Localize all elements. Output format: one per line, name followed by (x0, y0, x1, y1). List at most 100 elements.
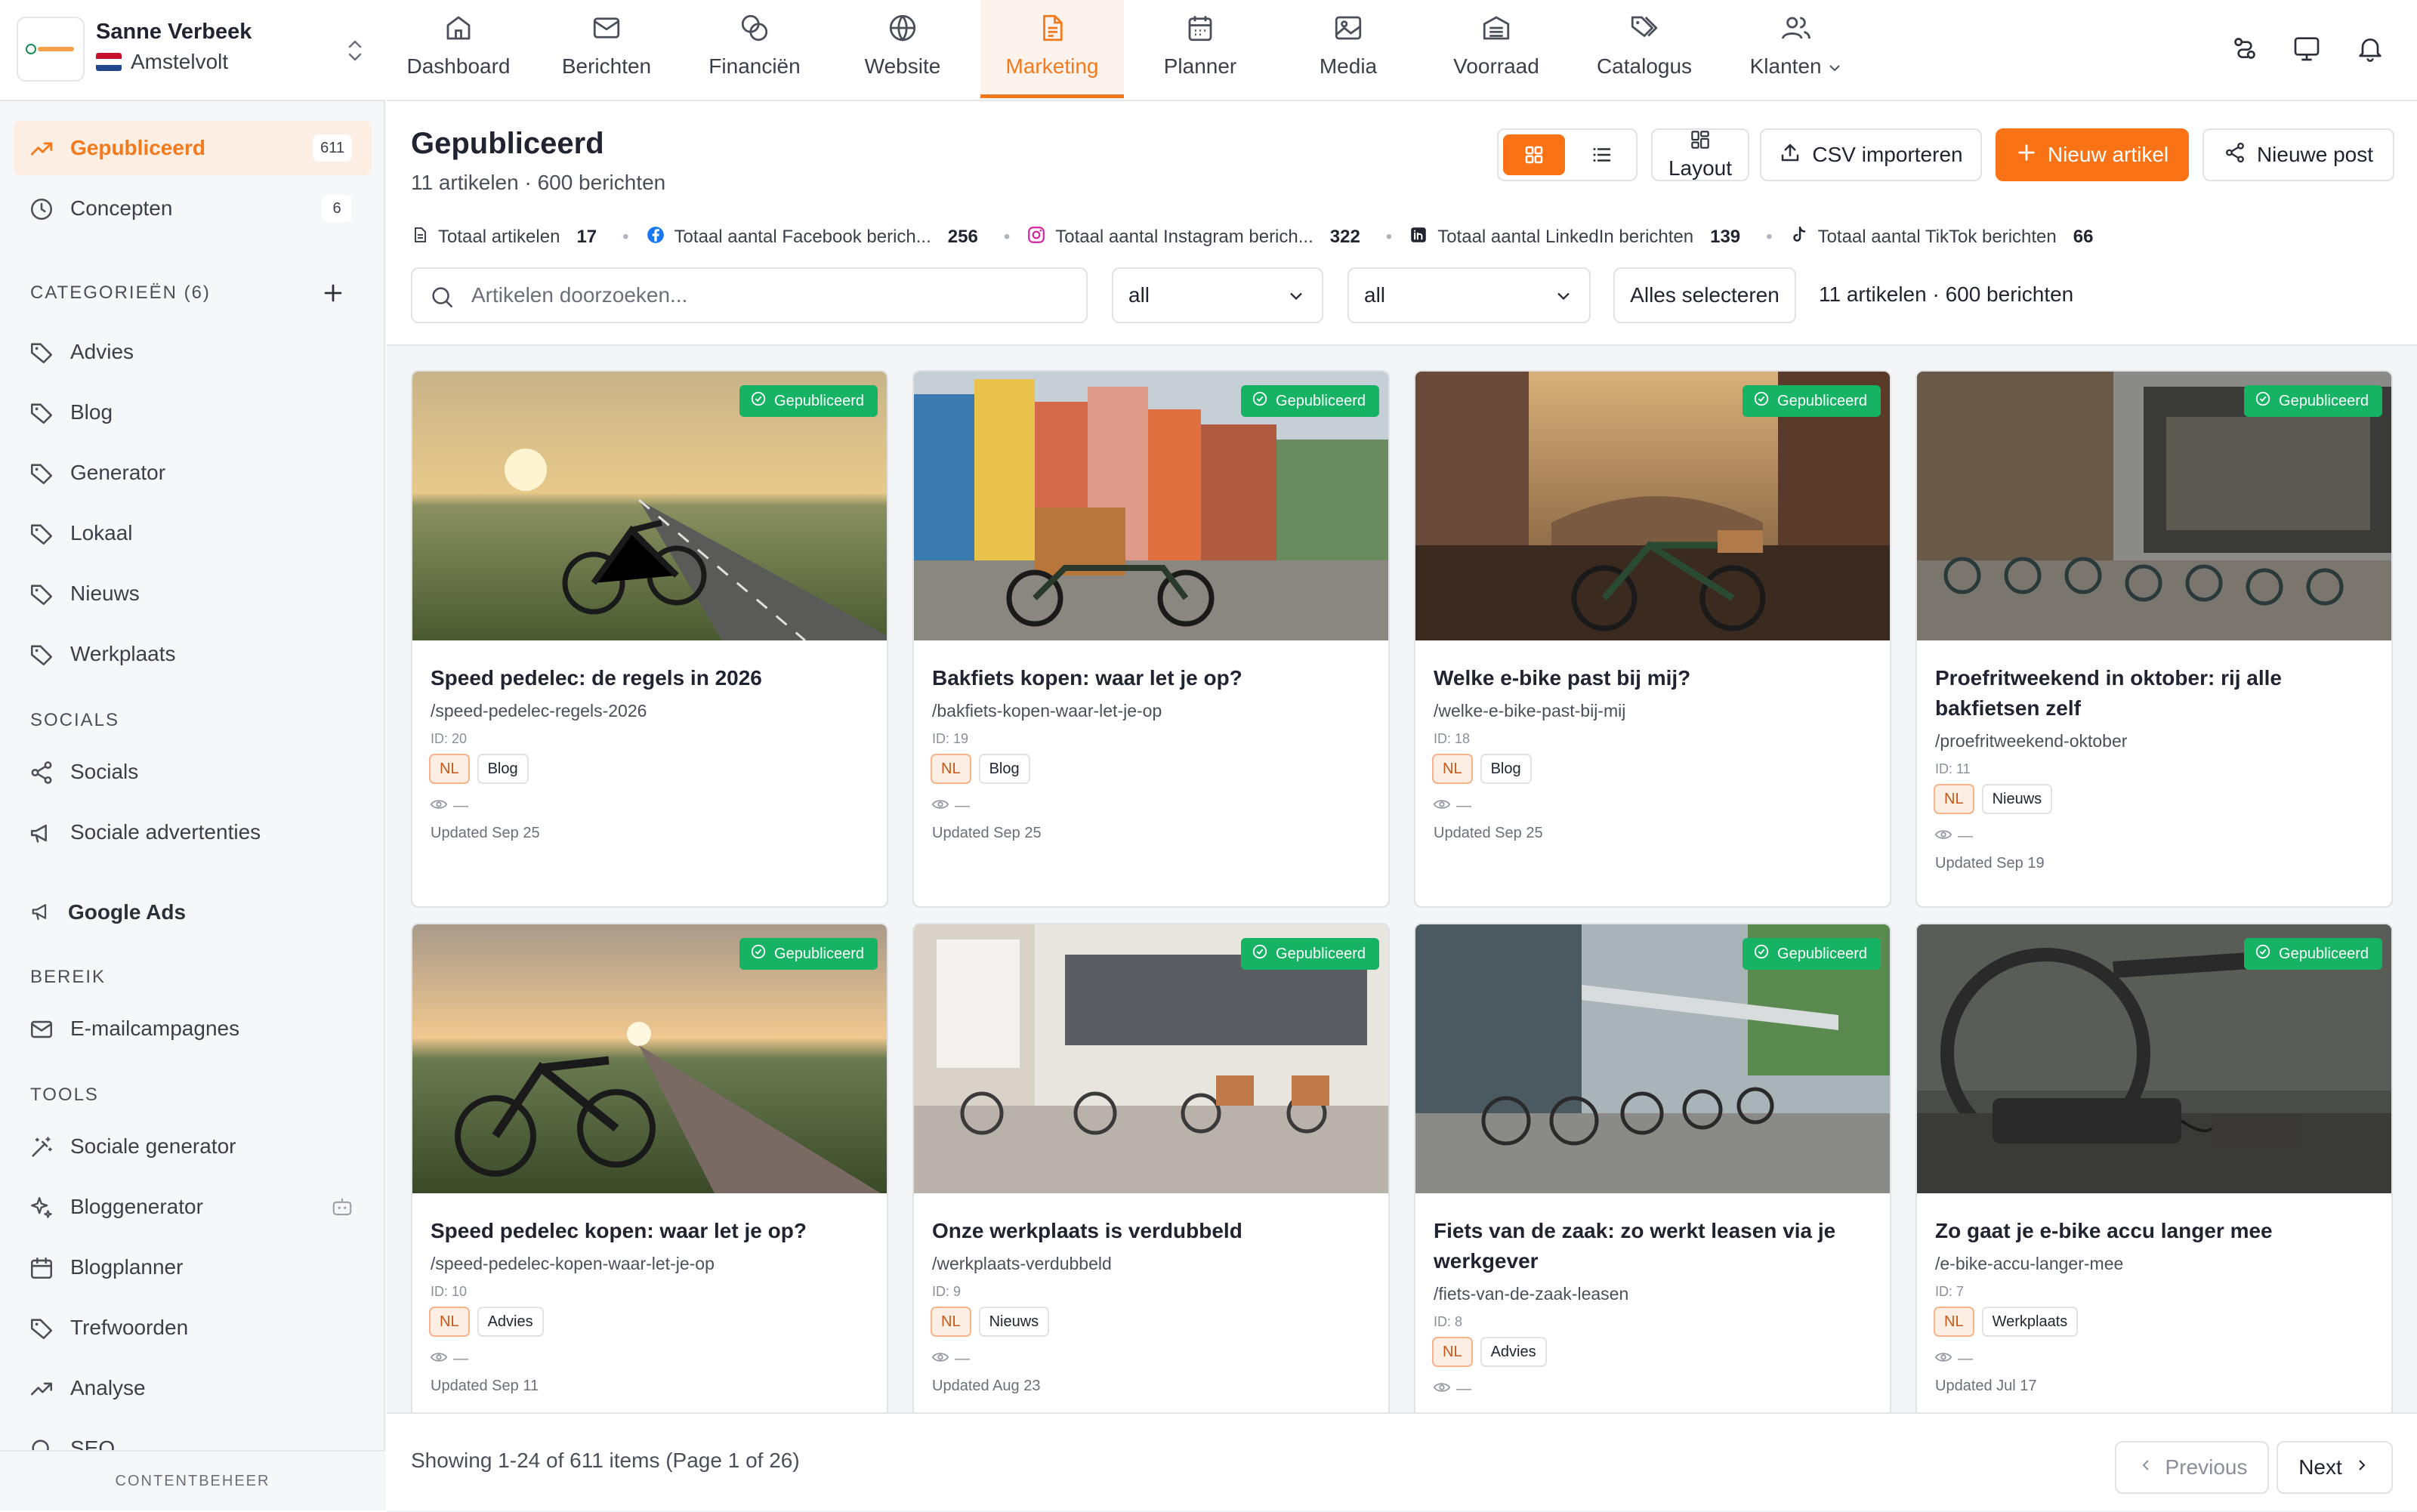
sidebar-item-blog-planner[interactable]: Blogplanner (14, 1240, 372, 1294)
tab-customers[interactable]: Klanten (1721, 0, 1872, 98)
tab-marketing[interactable]: Marketing (980, 0, 1124, 98)
updated-date: Updated Jul 17 (1935, 1378, 2037, 1394)
sidebar-item-social-generator[interactable]: Sociale generator (14, 1119, 372, 1174)
add-category-button[interactable] (322, 279, 344, 311)
tab-planner[interactable]: Planner (1128, 0, 1272, 98)
status-label: Gepubliceerd (1777, 945, 1867, 962)
grid-view-button[interactable] (1503, 134, 1565, 175)
check-circle-icon (750, 943, 767, 964)
sidebar-item-nieuws[interactable]: Nieuws (14, 566, 372, 621)
tab-inventory[interactable]: Voorraad (1425, 0, 1568, 98)
sidebar-item-werkplaats[interactable]: Werkplaats (14, 627, 372, 681)
sidebar-item-label: SEO (70, 1436, 116, 1450)
sidebar-item-label: Sociale advertenties (70, 820, 261, 844)
category-tag: Advies (477, 1307, 544, 1337)
language-tag: NL (429, 754, 470, 784)
tag-list: NL Advies (1432, 1337, 1547, 1367)
article-card[interactable]: Gepubliceerd Welke e-bike past bij mij? … (1414, 370, 1891, 908)
article-id: ID: 10 (431, 1284, 468, 1299)
new-post-button[interactable]: Nieuwe post (2202, 128, 2394, 181)
article-card[interactable]: Gepubliceerd Zo gaat je e-bike accu lang… (1915, 923, 2393, 1461)
article-card[interactable]: Gepubliceerd Bakfiets kopen: waar let je… (912, 370, 1390, 908)
stat-value: 139 (1710, 227, 1741, 247)
instagram-icon (1026, 225, 1046, 250)
filter-select-1[interactable]: all (1112, 267, 1323, 323)
stat-tiktok: Totaal aantal TikTok berichten 66 (1789, 225, 2094, 250)
sidebar-item-label: Blog (70, 400, 113, 424)
csv-import-button[interactable]: CSV importeren (1760, 128, 1982, 181)
category-tag: Blog (978, 754, 1030, 784)
sidebar-item-keywords[interactable]: Trefwoorden (14, 1301, 372, 1355)
article-title: Proefritweekend in oktober: rij alle bak… (1935, 666, 2283, 720)
sidebar: Sanne Verbeek Amstelvolt Gepubliceerd 61… (0, 0, 385, 1510)
sidebar-item-socials[interactable]: Socials (14, 745, 372, 799)
tab-catalog[interactable]: Catalogus (1573, 0, 1716, 98)
sidebar-item-seo[interactable]: SEO (14, 1421, 372, 1450)
account-name: Sanne Verbeek (96, 20, 252, 44)
status-label: Gepubliceerd (2279, 392, 2369, 409)
image-icon (1332, 12, 1364, 45)
article-card[interactable]: Gepubliceerd Speed pedelec kopen: waar l… (411, 923, 888, 1461)
tab-finances[interactable]: Financiën (683, 0, 826, 98)
article-card[interactable]: Gepubliceerd Proefritweekend in oktober:… (1915, 370, 2393, 908)
article-card[interactable]: Gepubliceerd Onze werkplaats is verdubbe… (912, 923, 1390, 1461)
previous-page-button[interactable]: Previous (2115, 1441, 2269, 1494)
stat-label: Totaal aantal Facebook berich... (674, 227, 931, 247)
language-tag: NL (1432, 1337, 1473, 1367)
new-article-button[interactable]: Nieuw artikel (1996, 128, 2189, 181)
separator-dot: • (1385, 227, 1393, 247)
tab-website[interactable]: Website (831, 0, 974, 98)
sidebar-item-blog[interactable]: Blog (14, 385, 372, 440)
eye-icon (1433, 798, 1451, 815)
article-card[interactable]: Gepubliceerd Fiets van de zaak: zo werkt… (1414, 923, 1891, 1461)
sidebar-item-generator[interactable]: Generator (14, 446, 372, 500)
list-view-button[interactable] (1571, 134, 1633, 175)
sidebar-item-label: Concepten (70, 196, 173, 220)
sidebar-item-published[interactable]: Gepubliceerd 611 (14, 121, 372, 175)
layout-button[interactable]: Layout (1651, 128, 1749, 181)
chevron-down-icon (1286, 285, 1307, 312)
monitor-icon[interactable] (2292, 33, 2322, 67)
company-logo (17, 17, 85, 82)
search-input[interactable] (471, 278, 1068, 313)
bell-icon[interactable] (2355, 33, 2385, 67)
sidebar-item-analysis[interactable]: Analyse (14, 1361, 372, 1415)
sidebar-item-blog-generator[interactable]: Bloggenerator (14, 1180, 372, 1234)
view-count: — (1433, 1381, 1471, 1398)
chevron-up-down-icon[interactable] (344, 36, 366, 69)
netherlands-flag-icon (96, 53, 122, 71)
language-tag: NL (931, 1307, 971, 1337)
filter-select-2[interactable]: all (1347, 267, 1591, 323)
workflow-icon[interactable] (2230, 33, 2260, 67)
updated-date: Updated Sep 25 (1434, 825, 1543, 841)
socials-section-header: SOCIALS (30, 710, 120, 730)
app-window: Sanne Verbeek Amstelvolt Gepubliceerd 61… (0, 0, 2417, 1512)
sidebar-item-drafts[interactable]: Concepten 6 (14, 181, 372, 236)
users-icon (1780, 12, 1812, 45)
chevron-left-icon (2137, 1455, 2155, 1480)
clock-icon (29, 196, 54, 227)
sidebar-item-google-ads[interactable]: Google Ads (14, 885, 372, 940)
sidebar-item-lokaal[interactable]: Lokaal (14, 506, 372, 560)
sidebar-item-email-campaigns[interactable]: E-mailcampagnes (14, 1001, 372, 1056)
stat-value: 66 (2073, 227, 2094, 247)
tag-list: NL Blog (931, 754, 1030, 784)
new-article-label: Nieuw artikel (2047, 143, 2169, 166)
account-switcher[interactable]: Sanne Verbeek Amstelvolt (0, 0, 385, 101)
sidebar-item-advies[interactable]: Advies (14, 325, 372, 379)
sidebar-item-label: Werkplaats (70, 642, 176, 665)
next-page-button[interactable]: Next (2277, 1441, 2393, 1494)
article-title: Speed pedelec kopen: waar let je op? (431, 1219, 807, 1242)
tab-media[interactable]: Media (1276, 0, 1420, 98)
tab-dashboard[interactable]: Dashboard (387, 0, 530, 98)
article-card[interactable]: Gepubliceerd Speed pedelec: de regels in… (411, 370, 888, 908)
sidebar-item-social-ads[interactable]: Sociale advertenties (14, 805, 372, 859)
tag-list: NL Nieuws (1934, 784, 2053, 814)
select-all-button[interactable]: Alles selecteren (1613, 267, 1796, 323)
share-icon (2224, 141, 2246, 169)
tab-messages[interactable]: Berichten (535, 0, 678, 98)
sidebar-item-label: Analyse (70, 1376, 146, 1399)
sidebar-item-label: Sociale generator (70, 1134, 236, 1158)
status-label: Gepubliceerd (1777, 392, 1867, 409)
sidebar-item-label: E-mailcampagnes (70, 1017, 240, 1040)
